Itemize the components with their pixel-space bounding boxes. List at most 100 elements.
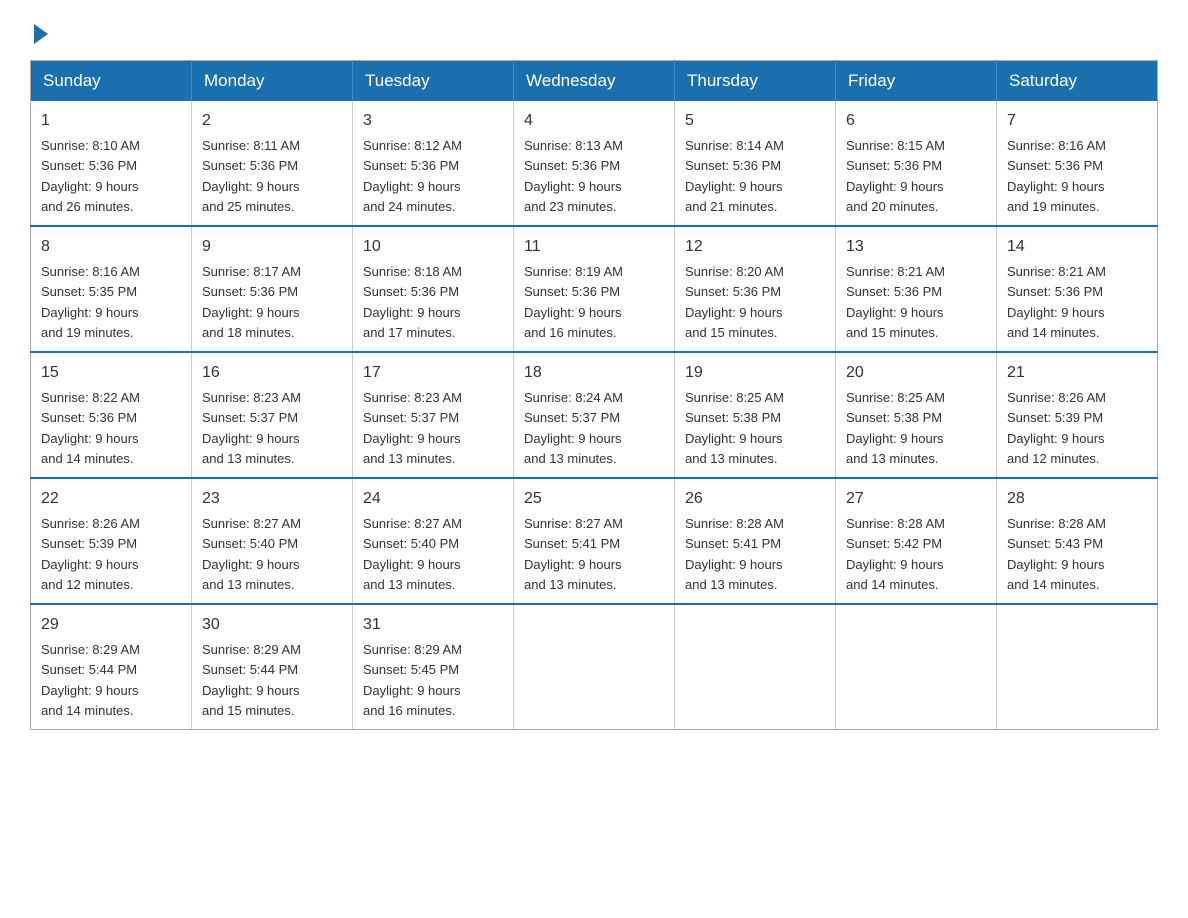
calendar-cell: 9 Sunrise: 8:17 AMSunset: 5:36 PMDaylight… [192, 226, 353, 352]
calendar-cell: 26 Sunrise: 8:28 AMSunset: 5:41 PMDayligh… [675, 478, 836, 604]
day-info: Sunrise: 8:18 AMSunset: 5:36 PMDaylight:… [363, 264, 462, 340]
day-number: 20 [846, 361, 986, 385]
calendar-cell: 29 Sunrise: 8:29 AMSunset: 5:44 PMDayligh… [31, 604, 192, 730]
calendar-cell: 24 Sunrise: 8:27 AMSunset: 5:40 PMDayligh… [353, 478, 514, 604]
logo [30, 20, 48, 40]
day-number: 14 [1007, 235, 1147, 259]
calendar-table: SundayMondayTuesdayWednesdayThursdayFrid… [30, 60, 1158, 730]
calendar-cell: 22 Sunrise: 8:26 AMSunset: 5:39 PMDayligh… [31, 478, 192, 604]
day-info: Sunrise: 8:16 AMSunset: 5:36 PMDaylight:… [1007, 138, 1106, 214]
calendar-week-row: 29 Sunrise: 8:29 AMSunset: 5:44 PMDayligh… [31, 604, 1158, 730]
day-number: 6 [846, 109, 986, 133]
calendar-week-row: 15 Sunrise: 8:22 AMSunset: 5:36 PMDayligh… [31, 352, 1158, 478]
calendar-cell: 10 Sunrise: 8:18 AMSunset: 5:36 PMDayligh… [353, 226, 514, 352]
calendar-cell: 13Sunrise: 8:21 AMSunset: 5:36 PMDayligh… [836, 226, 997, 352]
day-number: 1 [41, 109, 181, 133]
calendar-cell: 30 Sunrise: 8:29 AMSunset: 5:44 PMDayligh… [192, 604, 353, 730]
day-info: Sunrise: 8:26 AMSunset: 5:39 PMDaylight:… [1007, 390, 1106, 466]
calendar-week-row: 22 Sunrise: 8:26 AMSunset: 5:39 PMDayligh… [31, 478, 1158, 604]
day-number: 3 [363, 109, 503, 133]
day-number: 22 [41, 487, 181, 511]
calendar-cell: 2Sunrise: 8:11 AMSunset: 5:36 PMDaylight… [192, 101, 353, 226]
day-info: Sunrise: 8:25 AMSunset: 5:38 PMDaylight:… [846, 390, 945, 466]
day-info: Sunrise: 8:19 AMSunset: 5:36 PMDaylight:… [524, 264, 623, 340]
day-info: Sunrise: 8:28 AMSunset: 5:42 PMDaylight:… [846, 516, 945, 592]
day-info: Sunrise: 8:14 AMSunset: 5:36 PMDaylight:… [685, 138, 784, 214]
weekday-header-tuesday: Tuesday [353, 61, 514, 102]
calendar-cell: 23Sunrise: 8:27 AMSunset: 5:40 PMDayligh… [192, 478, 353, 604]
day-number: 4 [524, 109, 664, 133]
weekday-header-wednesday: Wednesday [514, 61, 675, 102]
day-info: Sunrise: 8:13 AMSunset: 5:36 PMDaylight:… [524, 138, 623, 214]
day-number: 18 [524, 361, 664, 385]
day-number: 30 [202, 613, 342, 637]
day-number: 21 [1007, 361, 1147, 385]
day-number: 10 [363, 235, 503, 259]
calendar-cell: 21 Sunrise: 8:26 AMSunset: 5:39 PMDayligh… [997, 352, 1158, 478]
day-info: Sunrise: 8:26 AMSunset: 5:39 PMDaylight:… [41, 516, 140, 592]
calendar-week-row: 1 Sunrise: 8:10 AMSunset: 5:36 PMDaylight… [31, 101, 1158, 226]
calendar-cell: 14 Sunrise: 8:21 AMSunset: 5:36 PMDayligh… [997, 226, 1158, 352]
day-info: Sunrise: 8:21 AMSunset: 5:36 PMDaylight:… [1007, 264, 1106, 340]
calendar-cell: 20 Sunrise: 8:25 AMSunset: 5:38 PMDayligh… [836, 352, 997, 478]
day-info: Sunrise: 8:29 AMSunset: 5:44 PMDaylight:… [202, 642, 301, 718]
weekday-header-sunday: Sunday [31, 61, 192, 102]
day-info: Sunrise: 8:10 AMSunset: 5:36 PMDaylight:… [41, 138, 140, 214]
calendar-cell: 27 Sunrise: 8:28 AMSunset: 5:42 PMDayligh… [836, 478, 997, 604]
day-number: 15 [41, 361, 181, 385]
day-info: Sunrise: 8:28 AMSunset: 5:43 PMDaylight:… [1007, 516, 1106, 592]
day-number: 27 [846, 487, 986, 511]
calendar-cell: 15 Sunrise: 8:22 AMSunset: 5:36 PMDayligh… [31, 352, 192, 478]
calendar-week-row: 8 Sunrise: 8:16 AMSunset: 5:35 PMDaylight… [31, 226, 1158, 352]
calendar-cell: 3 Sunrise: 8:12 AMSunset: 5:36 PMDaylight… [353, 101, 514, 226]
day-info: Sunrise: 8:23 AMSunset: 5:37 PMDaylight:… [363, 390, 462, 466]
calendar-cell [997, 604, 1158, 730]
day-info: Sunrise: 8:29 AMSunset: 5:44 PMDaylight:… [41, 642, 140, 718]
page-header [30, 20, 1158, 40]
calendar-cell [836, 604, 997, 730]
calendar-cell [514, 604, 675, 730]
calendar-cell: 28Sunrise: 8:28 AMSunset: 5:43 PMDayligh… [997, 478, 1158, 604]
calendar-cell: 16Sunrise: 8:23 AMSunset: 5:37 PMDayligh… [192, 352, 353, 478]
day-info: Sunrise: 8:21 AMSunset: 5:36 PMDaylight:… [846, 264, 945, 340]
day-info: Sunrise: 8:17 AMSunset: 5:36 PMDaylight:… [202, 264, 301, 340]
calendar-cell [675, 604, 836, 730]
calendar-header-row: SundayMondayTuesdayWednesdayThursdayFrid… [31, 61, 1158, 102]
day-number: 29 [41, 613, 181, 637]
day-info: Sunrise: 8:27 AMSunset: 5:40 PMDaylight:… [363, 516, 462, 592]
day-number: 5 [685, 109, 825, 133]
day-number: 19 [685, 361, 825, 385]
day-info: Sunrise: 8:20 AMSunset: 5:36 PMDaylight:… [685, 264, 784, 340]
day-info: Sunrise: 8:24 AMSunset: 5:37 PMDaylight:… [524, 390, 623, 466]
day-number: 24 [363, 487, 503, 511]
day-info: Sunrise: 8:27 AMSunset: 5:41 PMDaylight:… [524, 516, 623, 592]
calendar-cell: 11 Sunrise: 8:19 AMSunset: 5:36 PMDayligh… [514, 226, 675, 352]
day-number: 23 [202, 487, 342, 511]
day-number: 9 [202, 235, 342, 259]
day-info: Sunrise: 8:16 AMSunset: 5:35 PMDaylight:… [41, 264, 140, 340]
calendar-cell: 25 Sunrise: 8:27 AMSunset: 5:41 PMDayligh… [514, 478, 675, 604]
day-number: 26 [685, 487, 825, 511]
day-info: Sunrise: 8:29 AMSunset: 5:45 PMDaylight:… [363, 642, 462, 718]
day-info: Sunrise: 8:12 AMSunset: 5:36 PMDaylight:… [363, 138, 462, 214]
calendar-cell: 17 Sunrise: 8:23 AMSunset: 5:37 PMDayligh… [353, 352, 514, 478]
day-number: 2 [202, 109, 342, 133]
calendar-cell: 6 Sunrise: 8:15 AMSunset: 5:36 PMDaylight… [836, 101, 997, 226]
calendar-cell: 1 Sunrise: 8:10 AMSunset: 5:36 PMDaylight… [31, 101, 192, 226]
calendar-cell: 18 Sunrise: 8:24 AMSunset: 5:37 PMDayligh… [514, 352, 675, 478]
day-number: 12 [685, 235, 825, 259]
day-number: 17 [363, 361, 503, 385]
day-info: Sunrise: 8:28 AMSunset: 5:41 PMDaylight:… [685, 516, 784, 592]
calendar-cell: 8 Sunrise: 8:16 AMSunset: 5:35 PMDaylight… [31, 226, 192, 352]
day-number: 25 [524, 487, 664, 511]
day-number: 8 [41, 235, 181, 259]
day-number: 11 [524, 235, 664, 259]
weekday-header-friday: Friday [836, 61, 997, 102]
day-info: Sunrise: 8:25 AMSunset: 5:38 PMDaylight:… [685, 390, 784, 466]
logo-triangle-icon [34, 24, 48, 44]
calendar-cell: 12 Sunrise: 8:20 AMSunset: 5:36 PMDayligh… [675, 226, 836, 352]
weekday-header-saturday: Saturday [997, 61, 1158, 102]
day-info: Sunrise: 8:15 AMSunset: 5:36 PMDaylight:… [846, 138, 945, 214]
day-number: 7 [1007, 109, 1147, 133]
day-info: Sunrise: 8:22 AMSunset: 5:36 PMDaylight:… [41, 390, 140, 466]
